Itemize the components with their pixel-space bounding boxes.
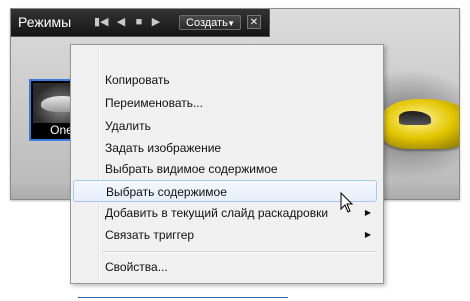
chevron-down-icon: ▼: [227, 19, 235, 28]
stop-button[interactable]: ■: [132, 15, 146, 29]
menu-item-add-to-storyboard[interactable]: Добавить в текущий слайд раскадровки ▶: [73, 202, 377, 224]
menu-item-label: Удалить: [105, 119, 151, 133]
car-window: [399, 111, 431, 125]
menu-item-label: Связать триггер: [105, 228, 195, 242]
close-button[interactable]: ✕: [247, 15, 261, 29]
submenu-arrow-icon: ▶: [364, 208, 371, 217]
menu-item-select-visible-content[interactable]: Выбрать видимое содержимое: [73, 158, 377, 180]
menu-item-select-content[interactable]: Выбрать содержимое: [73, 180, 377, 202]
bottom-divider: [78, 297, 288, 298]
menu-item-label: Свойства...: [105, 260, 168, 274]
first-frame-button[interactable]: ▮◀: [94, 15, 109, 29]
previous-frame-button[interactable]: ◀: [114, 15, 128, 29]
menu-item-delete[interactable]: Удалить: [73, 115, 377, 137]
next-frame-button[interactable]: ▶: [149, 15, 163, 29]
menu-item-link-trigger[interactable]: Связать триггер ▶: [73, 224, 377, 246]
menu-item-rename[interactable]: Переименовать...: [73, 92, 377, 114]
menu-item-copy[interactable]: Копировать: [73, 69, 377, 91]
car-body: [381, 99, 459, 149]
create-button-label: Создать: [186, 17, 228, 29]
menu-item-label: Задать изображение: [105, 141, 222, 155]
menu-item-label: Выбрать видимое содержимое: [105, 162, 278, 176]
create-button[interactable]: Создать ▼: [179, 15, 241, 30]
context-menu: Копировать Переименовать... Удалить Зада…: [70, 44, 384, 284]
menu-item-label: Копировать: [105, 73, 170, 87]
menu-item-label: Выбрать содержимое: [106, 185, 227, 199]
close-icon: ✕: [249, 17, 259, 28]
window-title: Режимы: [18, 14, 72, 30]
menu-item-label: Переименовать...: [105, 96, 203, 110]
menu-item-properties[interactable]: Свойства...: [73, 256, 377, 278]
modes-toolbar: Режимы ▮◀ ◀ ■ ▶ Создать ▼ ✕: [11, 9, 270, 37]
menu-separator: [103, 251, 377, 253]
yellow-car-preview: [381, 91, 459, 161]
submenu-arrow-icon: ▶: [364, 230, 371, 239]
mouse-pointer-icon: [340, 192, 354, 213]
menu-item-set-image[interactable]: Задать изображение: [73, 137, 377, 159]
menu-item-label: Добавить в текущий слайд раскадровки: [105, 206, 329, 220]
